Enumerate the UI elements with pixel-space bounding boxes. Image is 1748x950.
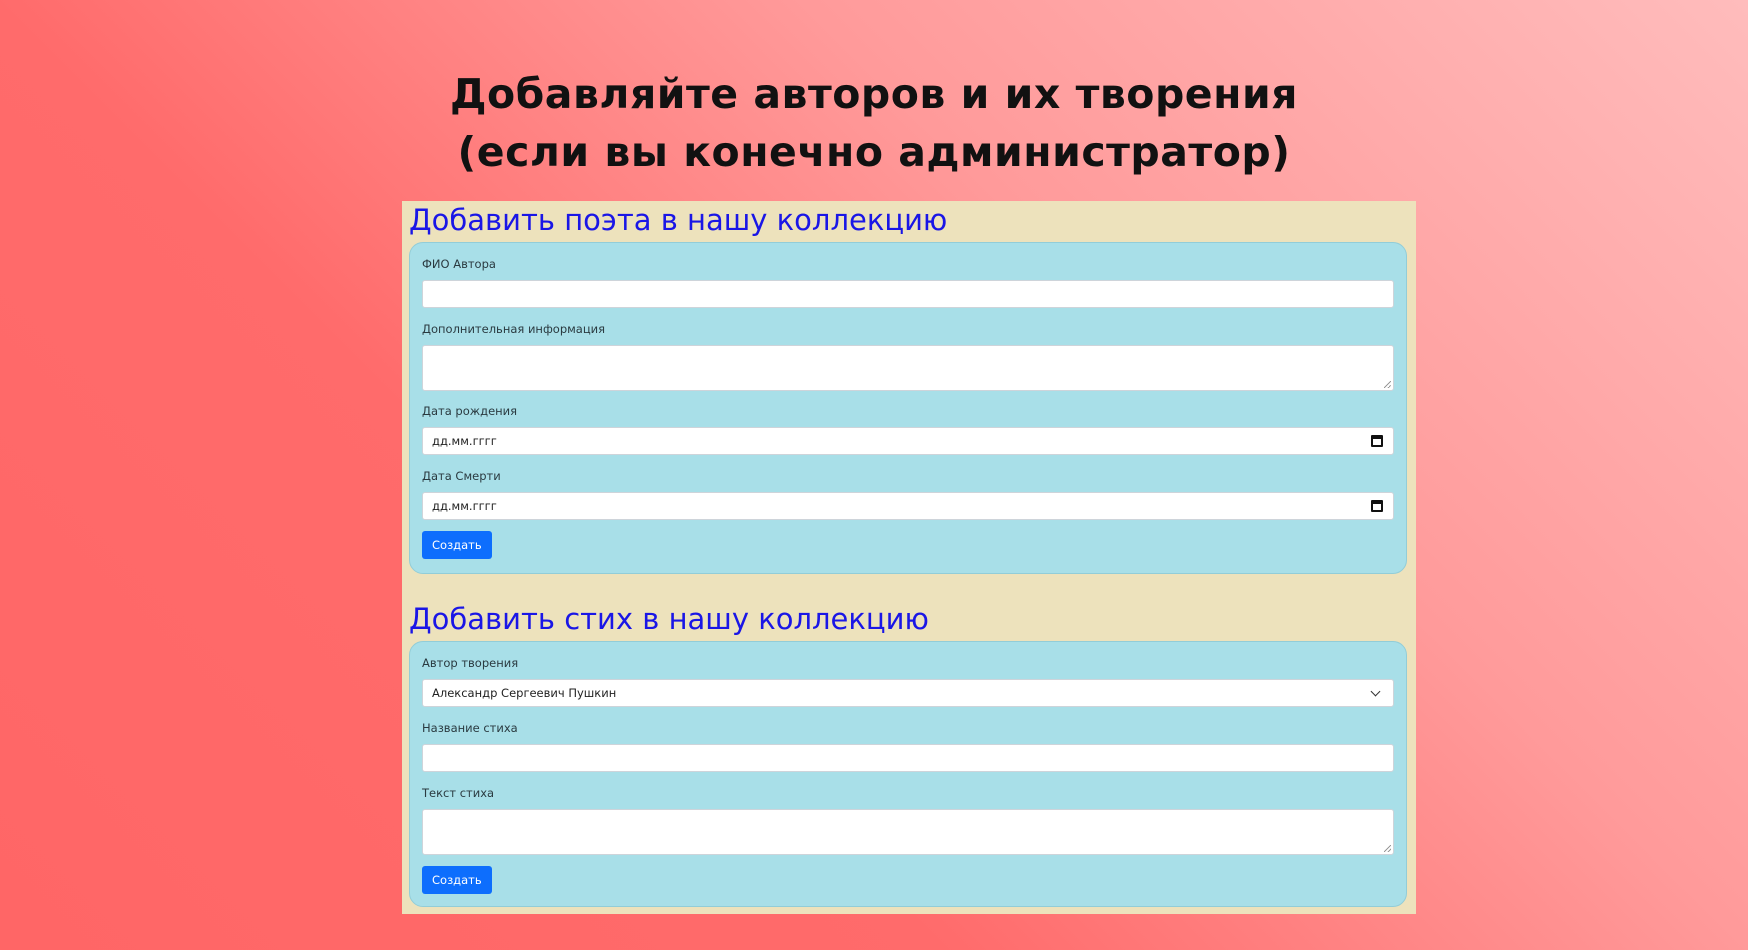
page-heading-line1: Добавляйте авторов и их творения (450, 70, 1298, 118)
poem-title-label: Название стиха (422, 721, 518, 735)
add-poet-form: ФИО Автора Дополнительная информация Дат… (409, 242, 1407, 574)
author-name-input[interactable] (422, 280, 1394, 308)
content-panel: Добавить поэта в нашу коллекцию ФИО Авто… (402, 201, 1416, 914)
add-poem-title: Добавить стих в нашу коллекцию (409, 602, 929, 636)
add-poet-title: Добавить поэта в нашу коллекцию (409, 203, 948, 237)
poem-title-input[interactable] (422, 744, 1394, 772)
create-poet-button[interactable]: Создать (422, 531, 492, 559)
death-date-label: Дата Смерти (422, 469, 501, 483)
calendar-icon[interactable] (1371, 435, 1383, 447)
create-poem-button[interactable]: Создать (422, 866, 492, 894)
resize-grip-icon[interactable] (1384, 845, 1391, 852)
death-date-placeholder: дд.мм.гггг (432, 499, 497, 513)
birth-date-placeholder: дд.мм.гггг (432, 434, 497, 448)
calendar-icon[interactable] (1371, 500, 1383, 512)
add-poem-form: Автор творения Александр Сергеевич Пушки… (409, 641, 1407, 907)
death-date-input[interactable]: дд.мм.гггг (422, 492, 1394, 520)
poem-author-select[interactable]: Александр Сергеевич Пушкин (422, 679, 1394, 707)
author-info-label: Дополнительная информация (422, 322, 606, 336)
author-name-label: ФИО Автора (422, 257, 496, 271)
birth-date-input[interactable]: дд.мм.гггг (422, 427, 1394, 455)
poem-text-textarea[interactable] (422, 809, 1394, 855)
page-heading-line2: (если вы конечно администратор) (457, 128, 1291, 176)
poem-author-selected: Александр Сергеевич Пушкин (432, 686, 617, 700)
poem-text-label: Текст стиха (422, 786, 495, 800)
resize-grip-icon[interactable] (1384, 381, 1391, 388)
poem-author-label: Автор творения (422, 656, 519, 670)
author-info-textarea[interactable] (422, 345, 1394, 391)
chevron-down-icon[interactable] (1370, 686, 1381, 697)
birth-date-label: Дата рождения (422, 404, 518, 418)
